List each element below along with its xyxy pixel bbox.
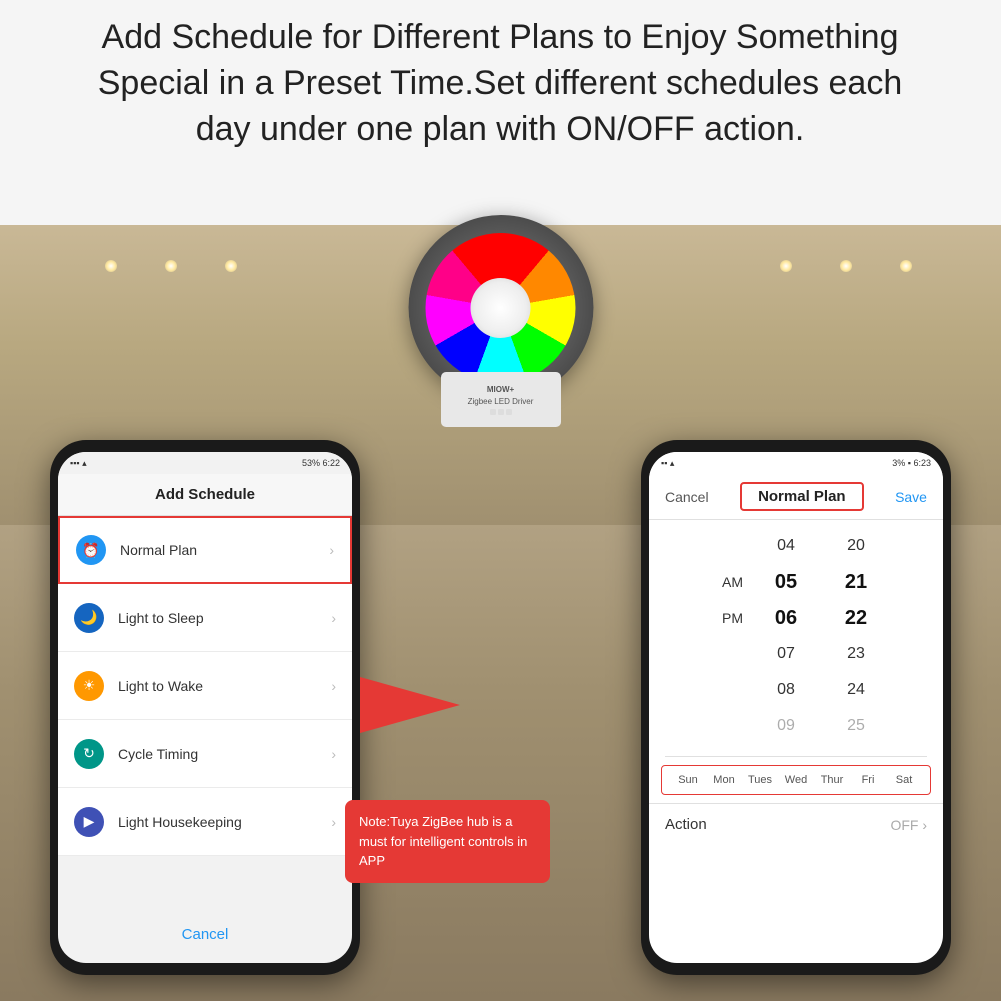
time-row-4: 07 23	[649, 636, 943, 672]
day-sat[interactable]: Sat	[890, 774, 918, 786]
light-housekeeping-icon: ▶	[74, 807, 104, 837]
right-status-signal: ▪▪ ▴	[661, 458, 674, 469]
normal-plan-label: Normal Plan	[120, 542, 329, 558]
ampm-2: AM	[701, 574, 751, 590]
hour-5: 08	[751, 681, 821, 699]
min-2: 21	[821, 571, 891, 594]
ceiling-light-4	[780, 260, 792, 272]
min-6: 25	[821, 717, 891, 735]
action-row[interactable]: Action OFF ›	[649, 803, 943, 845]
time-row-3-pm: PM 06 22	[649, 600, 943, 636]
time-row-1: 04 20	[649, 528, 943, 564]
action-value[interactable]: OFF ›	[890, 817, 927, 833]
main-container: Add Schedule for Different Plans to Enjo…	[0, 0, 1001, 1001]
status-right-info: 53% 6:22	[302, 458, 340, 468]
cycle-timing-label: Cycle Timing	[118, 746, 331, 762]
normal-plan-chevron: ›	[329, 542, 334, 558]
day-sun[interactable]: Sun	[674, 774, 702, 786]
menu-list: ⏰ Normal Plan › 🌙 Light to Sleep ›	[58, 516, 352, 856]
light-to-wake-label: Light to Wake	[118, 678, 331, 694]
hour-2: 05	[751, 571, 821, 594]
min-1: 20	[821, 537, 891, 555]
add-schedule-title: Add Schedule	[155, 486, 255, 503]
light-housekeeping-label: Light Housekeeping	[118, 814, 331, 830]
ceiling-light-2	[165, 260, 177, 272]
menu-item-light-to-wake[interactable]: ☀ Light to Wake ›	[58, 652, 352, 720]
heading: Add Schedule for Different Plans to Enjo…	[50, 15, 950, 153]
phone-right-status-bar: ▪▪ ▴ 3% ▪ 6:23	[649, 452, 943, 474]
phone-right: ▪▪ ▴ 3% ▪ 6:23 Cancel Normal Plan Save 0…	[641, 440, 951, 975]
hour-1: 04	[751, 537, 821, 555]
time-row-5: 08 24	[649, 672, 943, 708]
arrow-indicator	[350, 680, 470, 730]
right-phone-header: Cancel Normal Plan Save	[649, 474, 943, 520]
note-text: Note:Tuya ZigBee hub is a must for intel…	[359, 814, 527, 868]
time-divider	[665, 756, 927, 757]
phone-right-screen: ▪▪ ▴ 3% ▪ 6:23 Cancel Normal Plan Save 0…	[649, 452, 943, 963]
min-5: 24	[821, 681, 891, 699]
light-to-sleep-chevron: ›	[331, 610, 336, 626]
led-strip-coil	[426, 233, 576, 383]
heading-line1: Add Schedule for Different Plans to Enjo…	[102, 18, 899, 56]
time-row-6: 09 25	[649, 708, 943, 744]
menu-item-light-housekeeping[interactable]: ▶ Light Housekeeping ›	[58, 788, 352, 856]
product-center	[471, 278, 531, 338]
right-status-battery: 3% ▪ 6:23	[892, 458, 931, 468]
cancel-button[interactable]: Cancel	[182, 926, 229, 943]
days-selector[interactable]: Sun Mon Tues Wed Thur Fri Sat	[661, 765, 931, 795]
ceiling-light-3	[225, 260, 237, 272]
ceiling-light-6	[900, 260, 912, 272]
light-to-sleep-label: Light to Sleep	[118, 610, 331, 626]
day-tues[interactable]: Tues	[746, 774, 774, 786]
hour-6: 09	[751, 717, 821, 735]
right-cancel-btn[interactable]: Cancel	[665, 489, 709, 505]
light-to-wake-icon: ☀	[74, 671, 104, 701]
menu-item-cycle-timing[interactable]: ↻ Cycle Timing ›	[58, 720, 352, 788]
light-to-wake-chevron: ›	[331, 678, 336, 694]
min-3: 22	[821, 607, 891, 630]
heading-line2: Special in a Preset Time.Set different s…	[98, 64, 903, 102]
day-fri[interactable]: Fri	[854, 774, 882, 786]
arrow-shape	[360, 677, 460, 733]
hour-3: 06	[751, 607, 821, 630]
min-4: 23	[821, 645, 891, 663]
controller-box: MIOW+ Zigbee LED Driver	[441, 372, 561, 427]
light-housekeeping-chevron: ›	[331, 814, 336, 830]
menu-item-light-to-sleep[interactable]: 🌙 Light to Sleep ›	[58, 584, 352, 652]
hour-4: 07	[751, 645, 821, 663]
status-left-signal: ▪▪▪ ▴	[70, 458, 87, 469]
day-thur[interactable]: Thur	[818, 774, 846, 786]
cycle-timing-icon: ↻	[74, 739, 104, 769]
phone-left-screen: ▪▪▪ ▴ 53% 6:22 Add Schedule ⏰ Normal Pla…	[58, 452, 352, 963]
right-plan-title: Normal Plan	[740, 482, 864, 511]
cancel-label: Cancel	[182, 926, 229, 943]
note-bubble: Note:Tuya ZigBee hub is a must for intel…	[345, 800, 550, 883]
heading-line3: day under one plan with ON/OFF action.	[196, 110, 805, 148]
normal-plan-icon: ⏰	[76, 535, 106, 565]
phone-left-header: Add Schedule	[58, 474, 352, 516]
day-wed[interactable]: Wed	[782, 774, 810, 786]
ceiling-light-1	[105, 260, 117, 272]
right-save-btn[interactable]: Save	[895, 489, 927, 505]
ceiling-light-5	[840, 260, 852, 272]
light-to-sleep-icon: 🌙	[74, 603, 104, 633]
cycle-timing-chevron: ›	[331, 746, 336, 762]
action-label: Action	[665, 816, 707, 833]
time-row-2-am: AM 05 21	[649, 564, 943, 600]
phone-left: ▪▪▪ ▴ 53% 6:22 Add Schedule ⏰ Normal Pla…	[50, 440, 360, 975]
time-picker[interactable]: 04 20 AM 05 21 PM 06 22 0	[649, 520, 943, 752]
menu-item-normal-plan[interactable]: ⏰ Normal Plan ›	[58, 516, 352, 584]
day-mon[interactable]: Mon	[710, 774, 738, 786]
phone-left-status-bar: ▪▪▪ ▴ 53% 6:22	[58, 452, 352, 474]
ampm-3: PM	[701, 610, 751, 626]
